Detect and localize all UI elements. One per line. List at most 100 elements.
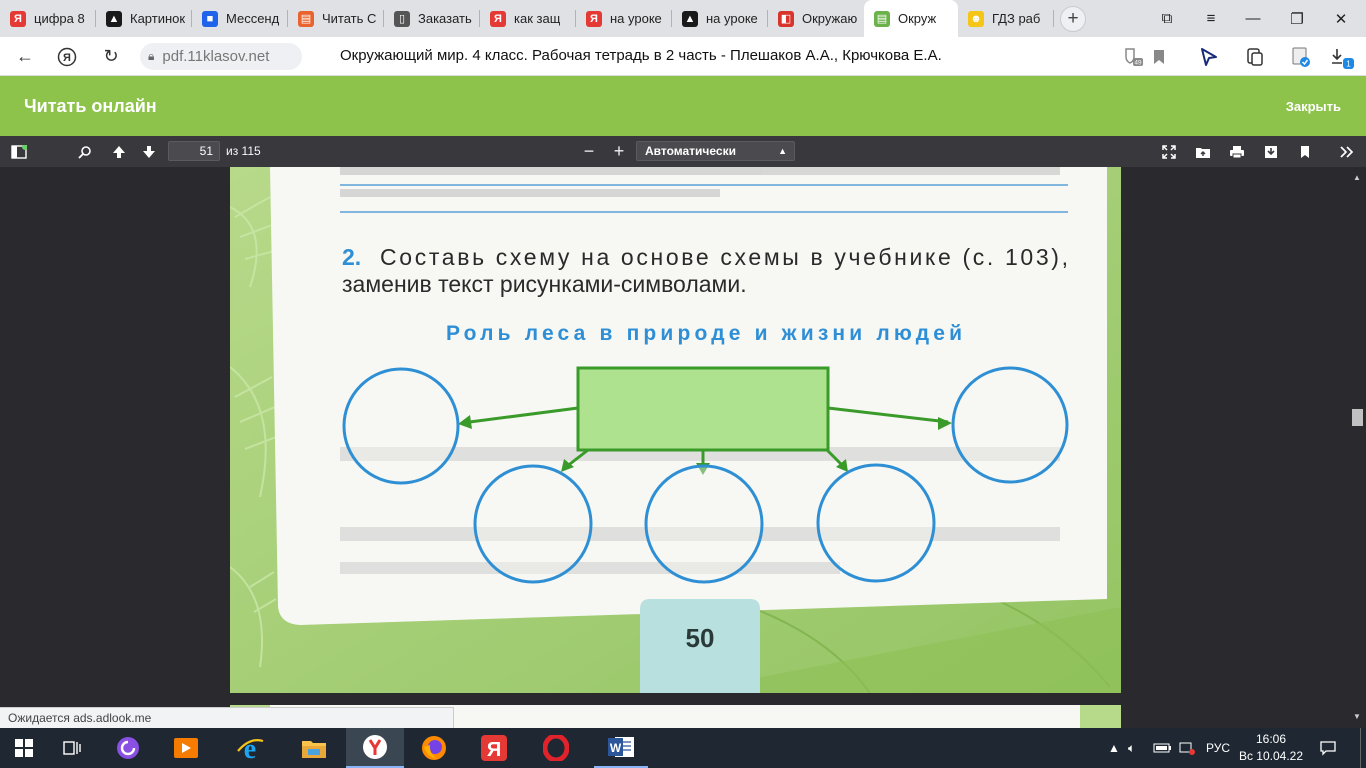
printed-page-number: 50: [686, 623, 715, 653]
find-icon[interactable]: [72, 136, 98, 167]
tab[interactable]: ☻ ГДЗ раб: [958, 0, 1054, 37]
battery-icon[interactable]: [1153, 728, 1173, 768]
reader-title: Читать онлайн: [24, 96, 157, 116]
messenger-icon: ■: [202, 10, 218, 27]
scroll-up-icon[interactable]: ▲: [1353, 173, 1361, 182]
bookmark-view-icon[interactable]: [1292, 136, 1318, 167]
restore-button[interactable]: ❐: [1276, 0, 1318, 37]
tab-title: Мессенд: [226, 11, 280, 26]
notifications-icon[interactable]: [1320, 728, 1336, 768]
firefox-icon[interactable]: [410, 728, 458, 768]
downloads-button[interactable]: 1: [1328, 37, 1358, 76]
downloads-badge: 1: [1346, 59, 1351, 68]
collections-icon[interactable]: [1240, 37, 1270, 76]
back-button[interactable]: ←: [10, 37, 40, 76]
task-number: 2.: [342, 244, 361, 270]
svg-text:e: e: [244, 735, 256, 761]
tab[interactable]: Якак защ: [480, 0, 576, 37]
tab-active[interactable]: ▤ Окруж: [864, 0, 958, 37]
pdf-viewer: 2. Составь схему на основе схемы в учебн…: [0, 167, 1366, 728]
zoom-value: Автоматически: [645, 144, 736, 158]
reader-header: Читать онлайн Закрыть: [0, 76, 1366, 136]
alice-cursor-icon[interactable]: [1194, 37, 1224, 76]
yandex-home-button[interactable]: Я: [52, 37, 82, 76]
images-icon: ▲: [682, 10, 698, 27]
pdf-page: 2. Составь схему на основе схемы в учебн…: [230, 167, 1121, 693]
print-icon[interactable]: [1224, 136, 1250, 167]
new-tab-button[interactable]: +: [1060, 5, 1086, 32]
tools-menu-icon[interactable]: [1334, 136, 1360, 167]
symbol-circle: [816, 463, 936, 583]
file-explorer-icon[interactable]: [290, 728, 338, 768]
page-count: из 115: [226, 144, 261, 158]
minimize-button[interactable]: —: [1232, 0, 1274, 37]
tab[interactable]: ▯ Заказать: [384, 0, 480, 37]
tab-title: Картинок: [130, 11, 186, 26]
symbol-circle: [951, 366, 1069, 484]
tab[interactable]: ■ Мессенд: [192, 0, 288, 37]
task-view-icon[interactable]: [48, 728, 96, 768]
protect-badge: 49: [1134, 59, 1142, 66]
internet-explorer-icon[interactable]: e: [226, 728, 274, 768]
show-desktop-button[interactable]: [1360, 728, 1361, 768]
sidebar-toggle-icon[interactable]: [6, 136, 32, 167]
save-icon[interactable]: [1258, 136, 1284, 167]
tab[interactable]: ▲ на урокe: [672, 0, 768, 37]
clock-date: Вс 10.04.22: [1238, 749, 1304, 763]
tab-list-icon[interactable]: ⧉: [1146, 0, 1188, 37]
clock-time: 16:06: [1255, 732, 1287, 746]
alice-icon[interactable]: [104, 728, 152, 768]
grid-icon: ◧: [778, 10, 794, 27]
tray-show-hidden-icon[interactable]: ▲: [1108, 728, 1120, 768]
zoom-out-button[interactable]: −: [576, 136, 602, 167]
url-text: pdf.11klasov.net: [162, 48, 270, 65]
tab[interactable]: ◧ Окружаю: [768, 0, 864, 37]
pdf-toolbar: 51 из 115 − + Автоматически ▲: [0, 136, 1366, 167]
zoom-in-button[interactable]: +: [606, 136, 632, 167]
menu-icon[interactable]: ≡: [1190, 0, 1232, 37]
scroll-thumb[interactable]: [1352, 409, 1363, 426]
extension-icon[interactable]: [1286, 37, 1316, 76]
scrollbar[interactable]: ▲ ▼: [1349, 167, 1366, 728]
yandex-browser-taskbar-button[interactable]: [346, 728, 404, 768]
word-icon[interactable]: W: [594, 728, 648, 768]
central-box: [576, 366, 830, 452]
page-number-input[interactable]: 51: [168, 141, 220, 161]
address-bar: ← Я ↻ 🔒︎ pdf.11klasov.net Окружающий мир…: [0, 37, 1366, 76]
presentation-mode-icon[interactable]: [1156, 136, 1182, 167]
symbol-circle: [644, 464, 764, 584]
document-icon: ▯: [394, 10, 410, 27]
reload-button[interactable]: ↻: [96, 37, 126, 76]
select-arrows-icon: ▲: [778, 146, 787, 156]
book-icon: ▤: [298, 10, 314, 27]
tab[interactable]: ▲ Картинок: [96, 0, 192, 37]
tab-title: ГДЗ раб: [992, 11, 1041, 26]
close-window-button[interactable]: ✕: [1320, 0, 1362, 37]
previous-page-icon[interactable]: [106, 136, 132, 167]
page-title: Окружающий мир. 4 класс. Рабочая тетрадь…: [340, 47, 942, 64]
tab-title: Заказать: [418, 11, 472, 26]
url-field[interactable]: 🔒︎ pdf.11klasov.net: [140, 43, 302, 70]
gdz-icon: ☻: [968, 10, 984, 27]
scroll-down-icon[interactable]: ▼: [1353, 712, 1361, 721]
tab[interactable]: Яцифра 8: [0, 0, 96, 37]
network-icon[interactable]: [1179, 728, 1195, 768]
next-page-icon[interactable]: [136, 136, 162, 167]
yandex-icon: Я: [10, 10, 26, 27]
yandex-icon[interactable]: Я: [470, 728, 518, 768]
clock[interactable]: 16:06 Вс 10.04.22: [1236, 731, 1306, 765]
open-file-icon[interactable]: [1190, 136, 1216, 167]
volume-icon[interactable]: 🔈︎: [1128, 728, 1135, 768]
tab[interactable]: Яна урокe: [576, 0, 672, 37]
svg-text:W: W: [610, 741, 622, 755]
close-reader-button[interactable]: Закрыть: [1286, 99, 1341, 114]
video-player-icon[interactable]: [162, 728, 210, 768]
bookmark-icon[interactable]: [1144, 37, 1174, 76]
tab-title: как защ: [514, 11, 561, 26]
tab[interactable]: ▤ Читать С: [288, 0, 384, 37]
opera-icon[interactable]: [532, 728, 580, 768]
zoom-select[interactable]: Автоматически ▲: [636, 141, 795, 161]
windows-start-icon[interactable]: [0, 728, 48, 768]
language-indicator[interactable]: РУС: [1206, 728, 1230, 768]
taskbar: e Я W ▲ 🔈︎ РУС 16:06 Вс 10.04.22: [0, 728, 1366, 768]
